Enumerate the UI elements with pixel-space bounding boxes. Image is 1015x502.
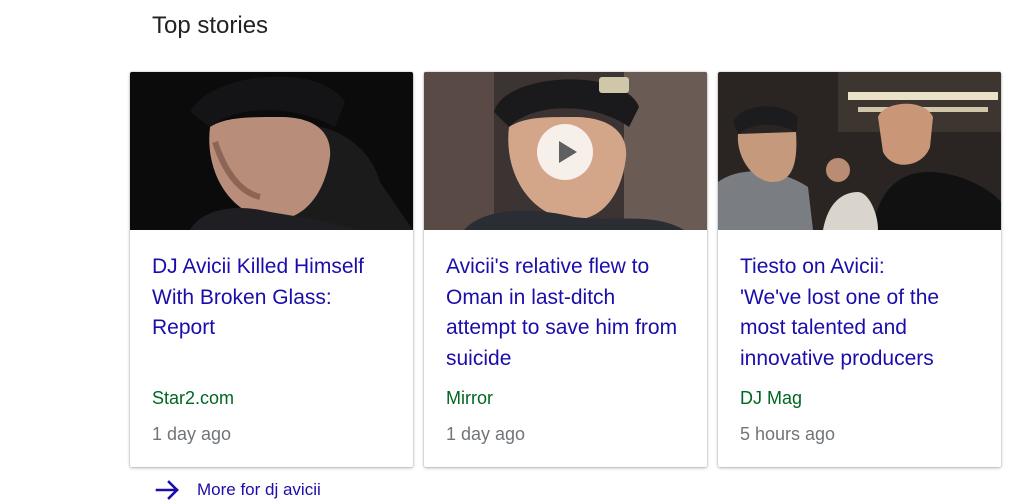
story-headline-2[interactable]: Avicii's relative flew to Oman in last-d…: [446, 252, 684, 376]
story-headline-1[interactable]: DJ Avicii Killed Himself With Broken Gla…: [152, 252, 390, 376]
top-stories-heading: Top stories: [152, 12, 269, 39]
story-card-2[interactable]: Avicii's relative flew to Oman in last-d…: [424, 72, 707, 467]
story-card-3[interactable]: Tiesto on Avicii: 'We've lost one of the…: [718, 72, 1001, 467]
story-age-1: 1 day ago: [152, 424, 232, 444]
story-card-1[interactable]: DJ Avicii Killed Himself With Broken Gla…: [130, 72, 413, 467]
story-headline-3[interactable]: Tiesto on Avicii: 'We've lost one of the…: [740, 252, 980, 376]
story-source-2: Mirror: [446, 388, 493, 408]
arrow-right-icon: [155, 480, 179, 500]
play-button[interactable]: [537, 124, 593, 180]
play-icon: [559, 141, 577, 163]
story-thumbnail-3[interactable]: [718, 72, 1001, 230]
story-thumbnail-2[interactable]: [424, 72, 707, 230]
story-age-2: 1 day ago: [446, 424, 526, 444]
more-stories-link[interactable]: More for dj avicii: [155, 478, 321, 502]
more-stories-label: More for dj avicii: [197, 480, 321, 499]
story-source-1: Star2.com: [152, 388, 235, 408]
story-source-3: DJ Mag: [740, 388, 803, 408]
story-thumbnail-1[interactable]: [130, 72, 413, 230]
top-stories-carousel: DJ Avicii Killed Himself With Broken Gla…: [130, 72, 1002, 468]
story-age-3: 5 hours ago: [740, 424, 836, 444]
